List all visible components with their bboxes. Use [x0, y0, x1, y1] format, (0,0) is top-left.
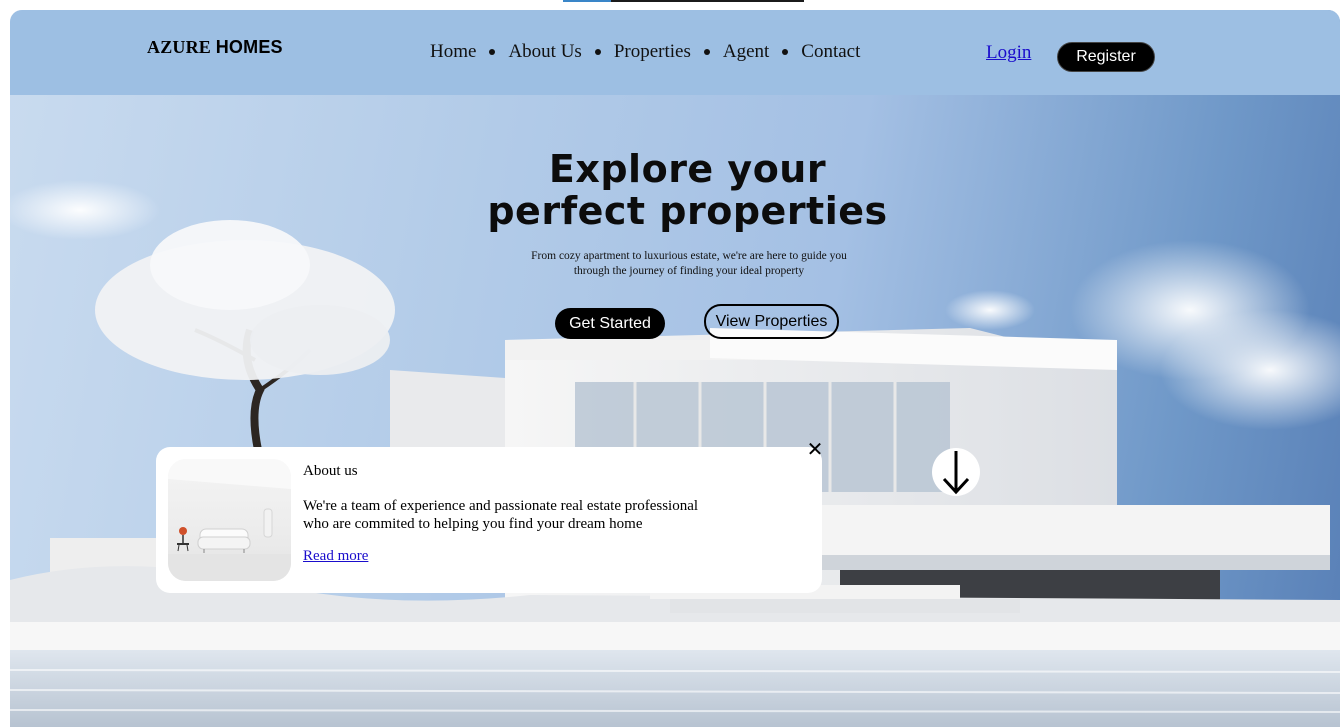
hero-subtitle-line1: From cozy apartment to luxurious estate,… — [531, 250, 847, 262]
nav-agent[interactable]: Agent — [723, 41, 769, 63]
view-properties-button[interactable]: View Properties — [704, 304, 839, 339]
nav-bullet — [489, 49, 496, 55]
page-frame: AZURE HOMES Home About Us Properties Age… — [10, 10, 1340, 727]
hero-subtitle: From cozy apartment to luxurious estate,… — [10, 249, 1340, 279]
read-more-link[interactable]: Read more — [303, 548, 368, 565]
hero-subtitle-line2: through the journey of finding your idea… — [573, 265, 805, 277]
login-link[interactable]: Login — [986, 42, 1031, 64]
nav-bullet — [703, 49, 710, 55]
get-started-button[interactable]: Get Started — [555, 308, 665, 339]
about-card-text: We're a team of experience and passionat… — [303, 497, 743, 533]
nav-properties[interactable]: Properties — [614, 41, 691, 63]
about-card-text-line1: We're a team of experience and passionat… — [303, 498, 699, 514]
logo[interactable]: AZURE HOMES — [147, 37, 283, 58]
register-button[interactable]: Register — [1057, 42, 1155, 72]
nav-bullet — [782, 49, 789, 55]
hero-title-line2: perfect properties — [487, 189, 888, 233]
hero-title-line1: Explore your — [548, 147, 827, 191]
hero-title: Explore your perfect properties — [10, 148, 1340, 232]
nav-about-us[interactable]: About Us — [508, 41, 581, 63]
about-card-text-line2: who are commited to helping you find you… — [303, 516, 643, 532]
logo-homes: HOMES — [215, 37, 283, 57]
nav-home[interactable]: Home — [430, 41, 476, 63]
logo-azure: AZURE — [147, 37, 212, 57]
hero-background — [10, 10, 1340, 727]
about-card-title: About us — [303, 463, 358, 479]
arrow-down-icon — [942, 451, 970, 495]
browser-progress-strip — [563, 0, 804, 2]
about-card: About us We're a team of experience and … — [156, 447, 822, 593]
nav-contact[interactable]: Contact — [801, 41, 860, 63]
living-room-image — [168, 459, 291, 581]
nav-bullet — [594, 49, 601, 55]
scroll-down-button[interactable] — [932, 448, 980, 496]
main-nav: Home About Us Properties Agent Contact — [430, 41, 860, 63]
site-header: AZURE HOMES Home About Us Properties Age… — [10, 10, 1340, 95]
close-icon[interactable]: ✕ — [805, 439, 825, 459]
house-illustration — [10, 180, 1340, 727]
